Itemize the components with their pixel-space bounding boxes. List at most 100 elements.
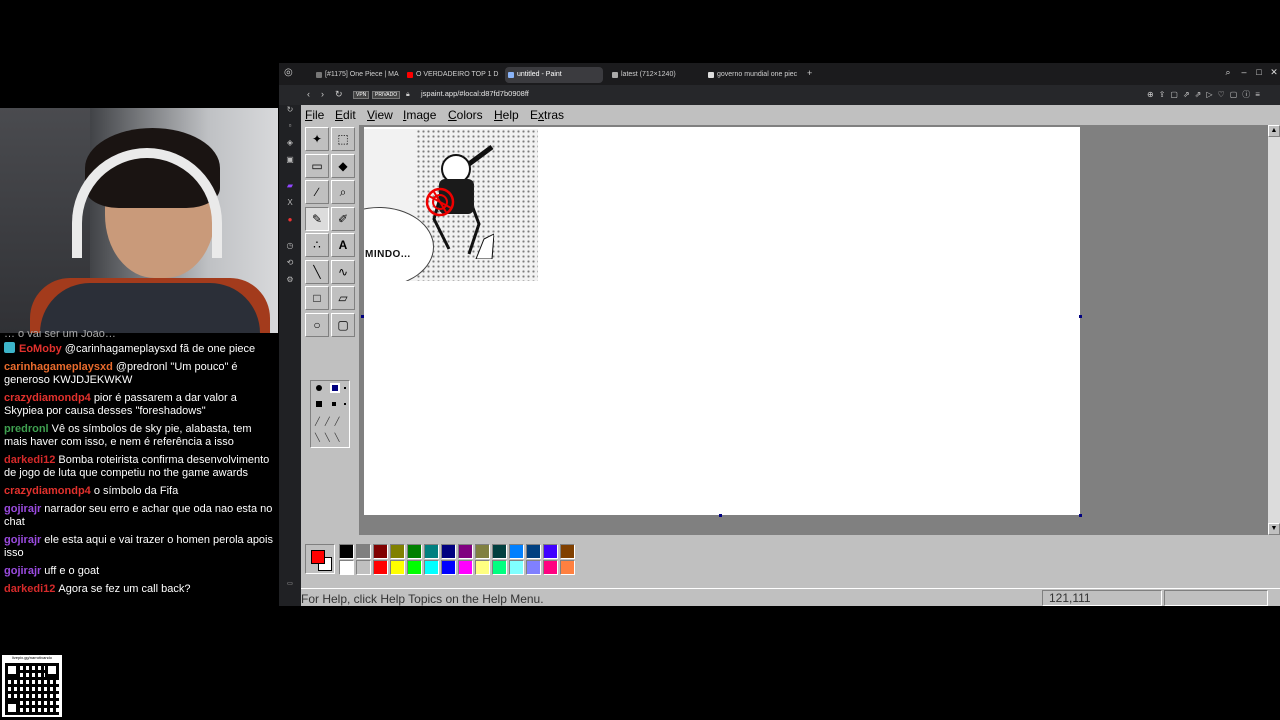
palette-swatch[interactable] (509, 560, 524, 575)
close-window-button[interactable]: ✕ (1267, 67, 1280, 78)
palette-swatch[interactable] (356, 544, 371, 559)
menu-help[interactable]: Help (494, 108, 519, 122)
browser-tab[interactable]: latest (712×1240) (609, 67, 699, 83)
menu-extras[interactable]: Extras (530, 108, 564, 122)
select-tool-icon[interactable]: ⬚ (331, 127, 355, 151)
chat-username[interactable]: carinhagameplaysxd (4, 361, 113, 373)
url-field[interactable]: jspaint.app/#local:d87fd7b0908ff (421, 89, 529, 98)
browser-tab[interactable]: governo mundial one piec (705, 67, 805, 83)
chat-username[interactable]: darkedi12 (4, 583, 55, 595)
rectangle-tool-icon[interactable]: □ (305, 286, 329, 310)
chat-username[interactable]: darkedi12 (4, 454, 55, 466)
rounded-rectangle-tool-icon[interactable]: ▢ (331, 312, 355, 337)
tool-options[interactable]: ╱╱╱ ╲╲╲ (310, 380, 350, 448)
menu-file[interactable]: File (305, 108, 324, 122)
palette-swatch[interactable] (509, 544, 524, 559)
canvas-resize-handle[interactable] (1079, 514, 1082, 517)
sidebar-settings-icon[interactable]: ⚙ (285, 275, 295, 285)
palette-swatch[interactable] (560, 560, 575, 575)
color-picker-tool-icon[interactable]: ∕ (305, 180, 329, 204)
twitch-icon[interactable]: ▰ (285, 181, 295, 191)
palette-swatch[interactable] (424, 544, 439, 559)
palette-swatch[interactable] (543, 560, 558, 575)
palette-swatch[interactable] (526, 544, 541, 559)
menu-edit[interactable]: Edit (335, 108, 356, 122)
tab-search-icon[interactable]: ⌕ (1221, 67, 1235, 78)
palette-swatch[interactable] (373, 560, 388, 575)
palette-swatch[interactable] (458, 544, 473, 559)
scroll-up-icon[interactable]: ▲ (1268, 125, 1280, 137)
chat-username[interactable]: gojirajr (4, 534, 41, 546)
x-icon[interactable]: X (285, 198, 295, 208)
chat-username[interactable]: crazydiamondp4 (4, 392, 91, 404)
palette-swatch[interactable] (543, 544, 558, 559)
airbrush-tool-icon[interactable]: ∴ (305, 233, 329, 257)
line-tool-icon[interactable]: ╲ (305, 259, 329, 284)
palette-swatch[interactable] (373, 544, 388, 559)
palette-swatch[interactable] (424, 560, 439, 575)
reload-button[interactable]: ↻ (335, 89, 343, 100)
fill-tool-icon[interactable]: ◆ (331, 153, 355, 178)
palette-swatch[interactable] (475, 560, 490, 575)
free-select-tool-icon[interactable]: ✦ (305, 127, 329, 151)
current-colors[interactable] (305, 544, 335, 574)
palette-swatch[interactable] (390, 560, 405, 575)
canvas-resize-handle[interactable] (1079, 315, 1082, 318)
menu-view[interactable]: View (367, 108, 393, 122)
eraser-tool-icon[interactable]: ▭ (305, 153, 329, 178)
drawing-canvas[interactable]: MINDO... (364, 127, 1080, 515)
browser-tab[interactable]: O VERDADEIRO TOP 1 DE (404, 67, 499, 83)
palette-swatch[interactable] (492, 544, 507, 559)
browser-tab[interactable]: untitled - Paint (505, 67, 603, 83)
sidebar-more-icon[interactable]: ▭ (285, 579, 295, 589)
sidebar-notes-icon[interactable]: ▣ (285, 155, 295, 165)
foreground-color[interactable] (311, 550, 325, 564)
sidebar-pin-icon[interactable]: ▫ (285, 121, 295, 131)
chat-username[interactable]: predronl (4, 423, 49, 435)
palette-swatch[interactable] (356, 560, 371, 575)
youtube-icon[interactable]: ● (285, 215, 295, 225)
ellipse-tool-icon[interactable]: ○ (305, 312, 329, 337)
sidebar-history-icon[interactable]: ◷ (285, 241, 295, 251)
palette-swatch[interactable] (492, 560, 507, 575)
canvas-resize-handle[interactable] (361, 315, 364, 318)
menu-colors[interactable]: Colors (448, 108, 483, 122)
chat-username[interactable]: crazydiamondp4 (4, 485, 91, 497)
chat-username[interactable]: gojirajr (4, 565, 41, 577)
maximize-button[interactable]: □ (1252, 67, 1266, 77)
text-tool-icon[interactable]: A (331, 233, 355, 257)
menu-image[interactable]: Image (403, 108, 436, 122)
scroll-down-icon[interactable]: ▼ (1268, 523, 1280, 535)
curve-tool-icon[interactable]: ∿ (331, 259, 355, 284)
sidebar-bookmark-icon[interactable]: ◈ (285, 138, 295, 148)
palette-swatch[interactable] (441, 544, 456, 559)
forward-button[interactable]: › (321, 89, 324, 99)
vertical-scrollbar[interactable]: ▲ ▼ (1268, 125, 1280, 535)
palette-swatch[interactable] (560, 544, 575, 559)
magnifier-tool-icon[interactable]: ⌕ (331, 180, 355, 204)
canvas-resize-handle[interactable] (719, 514, 722, 517)
palette-swatch[interactable] (390, 544, 405, 559)
palette-swatch[interactable] (407, 560, 422, 575)
palette-swatch[interactable] (526, 560, 541, 575)
back-button[interactable]: ‹ (307, 89, 310, 99)
palette-swatch[interactable] (407, 544, 422, 559)
toolbar-extension-icons[interactable]: ⊕⇪▢⇗⇗▷♡▢ⓘ≡ (1147, 89, 1265, 100)
chat-username[interactable]: EoMoby (19, 343, 62, 355)
pencil-tool-icon[interactable]: ✎ (305, 206, 329, 231)
lock-icon[interactable]: 🔒︎ (406, 91, 410, 99)
sidebar-downloads-icon[interactable]: ⟲ (285, 258, 295, 268)
minimize-button[interactable]: – (1237, 67, 1251, 77)
palette-swatch[interactable] (441, 560, 456, 575)
chat-username[interactable]: gojirajr (4, 503, 41, 515)
sidebar-refresh-icon[interactable]: ↻ (285, 105, 295, 115)
polygon-tool-icon[interactable]: ▱ (331, 286, 355, 310)
palette-swatch[interactable] (339, 560, 354, 575)
pasted-manga-panel[interactable]: MINDO... (364, 129, 538, 281)
palette-swatch[interactable] (339, 544, 354, 559)
brush-tool-icon[interactable]: ✐ (331, 206, 355, 231)
new-tab-button[interactable]: + (807, 68, 812, 78)
palette-swatch[interactable] (475, 544, 490, 559)
vpn-badge[interactable]: VPN (353, 91, 370, 99)
palette-swatch[interactable] (458, 560, 473, 575)
